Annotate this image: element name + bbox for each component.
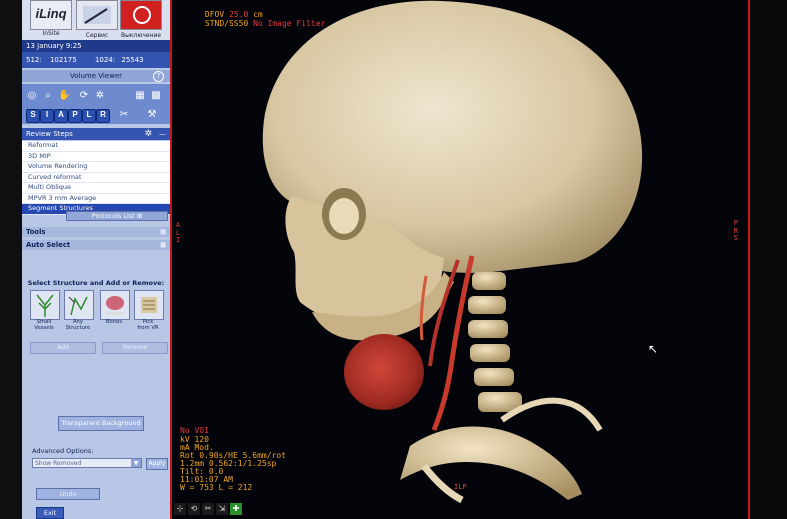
- pick-from-vr-icon: [141, 297, 157, 313]
- tools-section-header[interactable]: Tools ⊞: [22, 227, 170, 237]
- filter-value: No Image Filter: [253, 18, 326, 28]
- review-item[interactable]: Volume Rendering: [22, 162, 170, 173]
- brand-logo[interactable]: iLinq: [30, 0, 72, 30]
- review-steps-title: Review Steps: [26, 130, 73, 138]
- review-steps-header: Review Steps ✲ —: [22, 128, 170, 140]
- settings-icon[interactable]: ✲: [144, 128, 152, 140]
- review-item[interactable]: Multi Oblique: [22, 183, 170, 194]
- transparent-background-button[interactable]: Transparent Background: [58, 416, 144, 431]
- remove-button[interactable]: Remove: [102, 342, 168, 354]
- plus-icon: ⊞: [136, 212, 143, 220]
- date-time: 13 January 9:25: [26, 42, 82, 50]
- power-label: Выключение: [121, 32, 162, 39]
- review-item[interactable]: MPVR 3 mm Average: [22, 194, 170, 204]
- service-button[interactable]: Сервис: [76, 0, 118, 39]
- bones-icon: [106, 296, 124, 315]
- auto-select-panel: Select Structure and Add or Remove: Smal…: [22, 252, 170, 519]
- scan-info-line: W = 753 L = 212: [180, 483, 253, 492]
- add-button[interactable]: Add: [30, 342, 96, 354]
- review-item[interactable]: Curved reformat: [22, 173, 170, 183]
- cursor-icon[interactable]: ⊹: [174, 503, 186, 515]
- any-structure-label: Any Structure: [65, 319, 91, 331]
- zoom-icon[interactable]: ⌕: [42, 90, 54, 102]
- service-label: Сервис: [85, 32, 109, 39]
- orient-r-button[interactable]: R: [96, 109, 110, 123]
- show-removed-value: Show Removed: [35, 460, 82, 467]
- rotate-view-icon[interactable]: ⟲: [188, 503, 200, 515]
- orient-l-button[interactable]: L: [82, 109, 96, 123]
- left-panel: iLinq InSite Сервис Выключение 13 Januar…: [22, 0, 171, 519]
- brand-caption: InSite: [42, 30, 60, 37]
- viewer-toolbar: ◎ ⌕ ✋ ⟳ ✲ ▦ ▩ S I A P L R ✂ ⚒: [22, 84, 170, 124]
- auto-select-header[interactable]: Auto Select ⊠: [22, 240, 170, 250]
- close-icon[interactable]: ⊠: [160, 240, 166, 250]
- memory-bar: 512: 102175 1024: 25543: [22, 52, 170, 68]
- chevron-down-icon[interactable]: ▼: [131, 459, 141, 467]
- window-level-icon[interactable]: ✲: [94, 90, 106, 102]
- scissors-icon[interactable]: ✂: [202, 503, 214, 515]
- panel-title: Volume Viewer: [69, 72, 123, 80]
- small-vessels-label: Small Vessels: [34, 319, 54, 331]
- help-button[interactable]: ?: [153, 71, 164, 82]
- crosshair-icon[interactable]: ✚: [230, 503, 242, 515]
- bottom-orientation-label: ILP: [454, 483, 467, 491]
- auto-select-title: Auto Select: [26, 241, 71, 249]
- slice-icon[interactable]: ✂: [118, 109, 130, 121]
- pick-from-vr-button[interactable]: [134, 290, 164, 320]
- apply-button[interactable]: Apply: [146, 458, 168, 470]
- adjust-icon[interactable]: ◎: [26, 90, 38, 102]
- exit-button[interactable]: Exit: [36, 507, 64, 519]
- export-icon[interactable]: ⇲: [216, 503, 228, 515]
- right-margin: [750, 0, 787, 519]
- small-vessels-button[interactable]: [30, 290, 60, 320]
- collapse-icon[interactable]: —: [159, 128, 166, 140]
- screen: iLinq InSite Сервис Выключение 13 Januar…: [0, 0, 787, 519]
- orient-p-button[interactable]: P: [68, 109, 82, 123]
- volume-rendering-image: [262, 0, 643, 504]
- mem-right-label: 1024:: [94, 56, 116, 64]
- date-bar: 13 January 9:25: [22, 40, 170, 52]
- pan-icon[interactable]: ✋: [58, 90, 70, 102]
- orient-i-button[interactable]: I: [40, 109, 54, 123]
- mem-left-value: 102175: [49, 56, 77, 64]
- mem-right-value: 25543: [121, 56, 144, 64]
- service-icon: [83, 6, 111, 24]
- review-steps-list: Reformat 3D MIP Volume Rendering Curved …: [22, 141, 170, 215]
- advanced-options-label: Advanced Options:: [32, 447, 94, 455]
- cut-icon[interactable]: ⚒: [146, 109, 158, 121]
- mem-left-label: 512:: [26, 56, 42, 64]
- any-structure-icon: [68, 296, 88, 316]
- review-item[interactable]: Reformat: [22, 141, 170, 152]
- panel-title-bar: Volume Viewer ?: [22, 70, 170, 82]
- filter-label: STND/SS50: [204, 18, 254, 28]
- mouse-cursor-icon: ↖: [648, 342, 659, 356]
- right-orientation-label: P R S: [733, 219, 738, 242]
- layout-icon-2[interactable]: ▩: [150, 90, 162, 102]
- left-margin: [0, 0, 22, 519]
- orient-s-button[interactable]: S: [26, 109, 40, 123]
- expand-icon[interactable]: ⊞: [160, 227, 166, 237]
- bones-label: Bones: [105, 319, 123, 325]
- pick-from-vr-label: Pick from VR: [137, 319, 159, 331]
- select-structure-title: Select Structure and Add or Remove:: [27, 279, 165, 287]
- orient-a-button[interactable]: A: [54, 109, 68, 123]
- viewer-bottom-tools: ⊹ ⟲ ✂ ⇲ ✚: [174, 503, 254, 517]
- review-item[interactable]: 3D MIP: [22, 152, 170, 162]
- undo-button[interactable]: Undo: [36, 488, 100, 500]
- protocols-list-label: Protocols List: [91, 212, 135, 220]
- protocols-list-button[interactable]: Protocols List ⊞: [66, 211, 168, 221]
- any-structure-button[interactable]: [64, 290, 94, 320]
- top-tool-bar: iLinq InSite Сервис Выключение: [22, 0, 170, 40]
- power-button[interactable]: Выключение: [120, 0, 162, 39]
- tools-title: Tools: [26, 228, 46, 236]
- left-orientation-label: A L I: [176, 221, 181, 244]
- small-vessels-icon: [36, 294, 54, 317]
- bones-button[interactable]: [100, 290, 130, 320]
- show-removed-select[interactable]: Show Removed ▼: [32, 458, 142, 468]
- layout-icon-1[interactable]: ▦: [134, 90, 146, 102]
- volume-viewport[interactable]: DFOV 25.0 cm STND/SS50 No Image Filter A…: [170, 0, 750, 519]
- filter-overlay: STND/SS50 No Image Filter: [176, 11, 325, 37]
- rotate-icon[interactable]: ⟳: [78, 90, 90, 102]
